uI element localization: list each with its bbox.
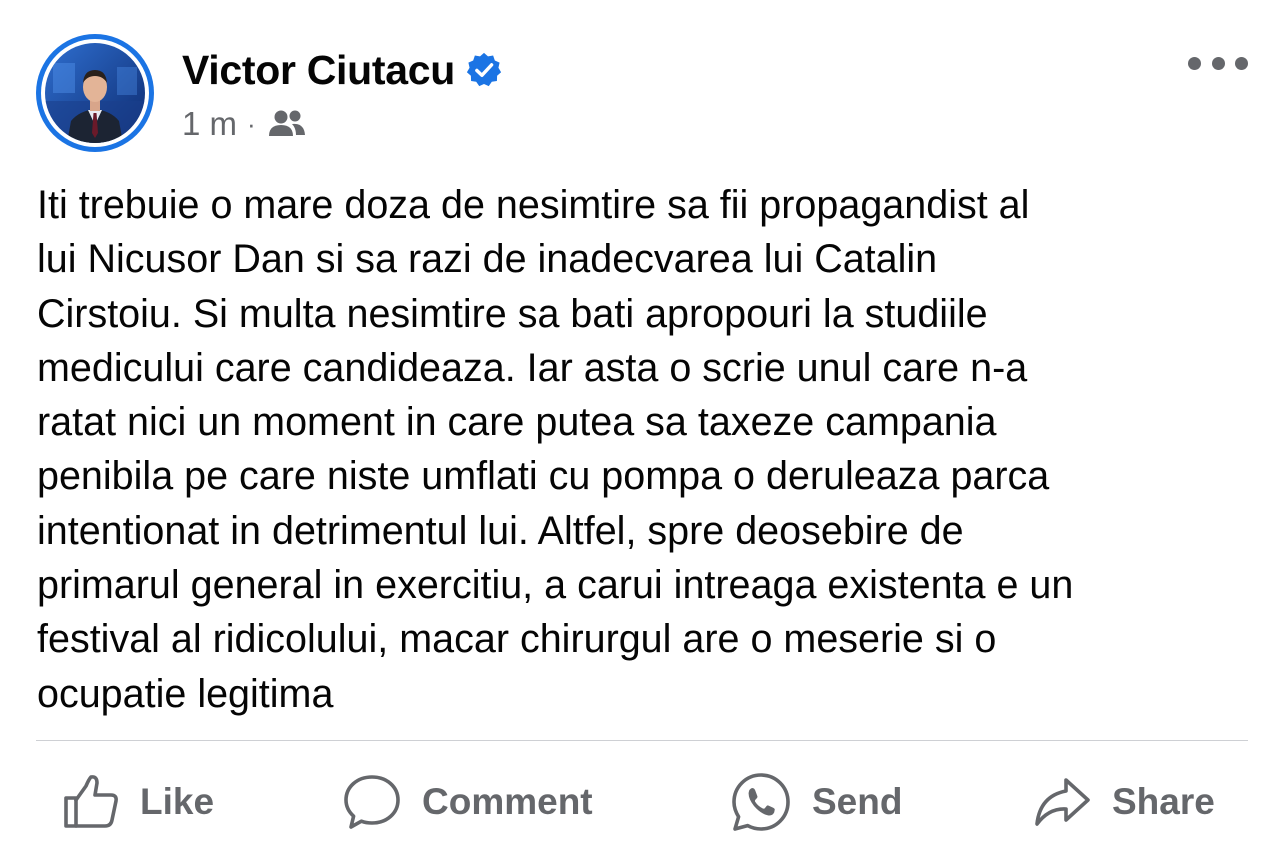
whatsapp-icon: [732, 773, 790, 831]
author-name[interactable]: Victor Ciutacu: [182, 47, 455, 94]
share-label: Share: [1112, 781, 1215, 822]
post-actions-bar: Like Comment Send Share: [36, 760, 1248, 844]
send-button[interactable]: Send: [730, 760, 902, 844]
like-button[interactable]: Like: [62, 760, 214, 844]
share-button[interactable]: Share: [1032, 760, 1215, 844]
comment-bubble-icon: [344, 775, 400, 829]
comment-label: Comment: [422, 781, 593, 822]
like-label: Like: [140, 781, 215, 822]
author-name-row: Victor Ciutacu: [182, 42, 503, 98]
more-options-icon[interactable]: [1188, 48, 1248, 78]
friends-icon[interactable]: [266, 108, 308, 140]
post-meta: 1 m ·: [182, 102, 308, 146]
actions-divider: [36, 740, 1248, 741]
verified-badge-icon: [466, 52, 502, 87]
post-timestamp[interactable]: 1 m: [182, 105, 237, 143]
post-body-text: Iti trebuie o mare doza de nesimtire sa …: [37, 183, 1074, 716]
author-avatar[interactable]: [36, 34, 154, 152]
thumbs-up-icon: [64, 775, 118, 828]
comment-button[interactable]: Comment: [342, 760, 593, 844]
send-label: Send: [812, 781, 903, 822]
share-arrow-icon: [1035, 778, 1090, 826]
facebook-post: Victor Ciutacu 1 m · Iti trebuie o mare …: [0, 0, 1284, 862]
post-header: Victor Ciutacu 1 m ·: [36, 34, 1248, 154]
profile-photo: [45, 43, 145, 143]
meta-separator: ·: [247, 108, 256, 139]
